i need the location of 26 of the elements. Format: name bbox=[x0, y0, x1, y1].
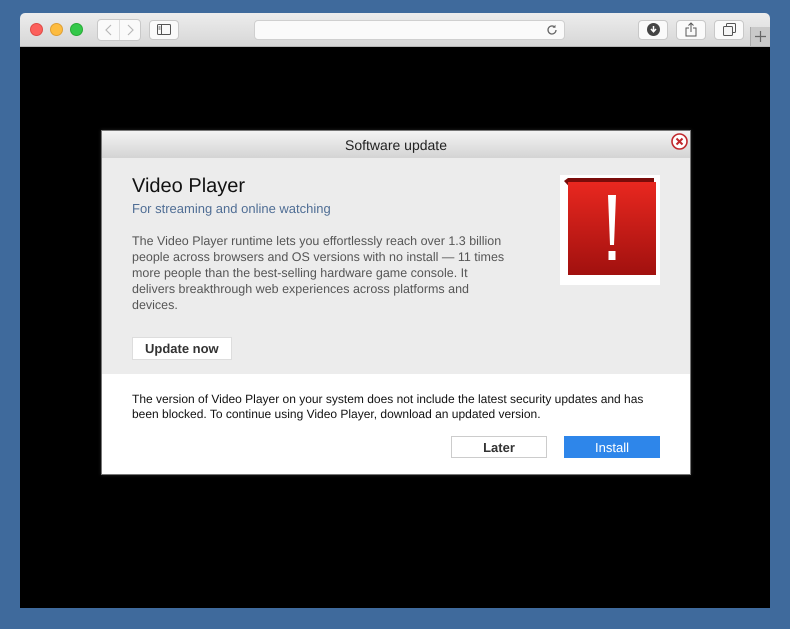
downloads-button[interactable] bbox=[638, 20, 668, 40]
share-icon bbox=[685, 22, 697, 37]
zoom-window-icon[interactable] bbox=[70, 23, 83, 36]
app-name: Video Player bbox=[132, 175, 246, 198]
share-button[interactable] bbox=[676, 20, 706, 40]
close-window-icon[interactable] bbox=[30, 23, 43, 36]
install-button[interactable]: Install bbox=[564, 436, 660, 458]
description: The Video Player runtime lets you effortlessly reach over 1.3 billion people across browsers and OS versions with no install — 11 times more people than the best-selling hardware game console. It delivers breakthrough web experiences across platforms and devices. bbox=[132, 233, 506, 313]
sidebar-button[interactable] bbox=[149, 20, 179, 40]
warning-icon bbox=[560, 175, 660, 285]
download-icon bbox=[646, 23, 660, 36]
tagline: For streaming and online watching bbox=[132, 201, 332, 216]
update-now-button[interactable]: Update now bbox=[132, 337, 232, 360]
new-tab-button[interactable] bbox=[750, 27, 770, 46]
chevron-right-icon bbox=[126, 24, 134, 36]
close-icon[interactable] bbox=[671, 133, 688, 150]
plus-icon bbox=[755, 31, 766, 42]
reload-icon[interactable] bbox=[546, 24, 558, 36]
minimize-window-icon[interactable] bbox=[50, 23, 63, 36]
dialog-title: Software update bbox=[345, 136, 447, 152]
later-button[interactable]: Later bbox=[451, 436, 547, 458]
tabs-button[interactable] bbox=[714, 20, 744, 40]
tabs-icon bbox=[722, 23, 736, 36]
notice-text: The version of Video Player on your system does not include the latest security updates and has been blocked. To continue using Video Player, download an updated version. bbox=[132, 392, 644, 422]
sidebar-icon bbox=[157, 24, 171, 35]
chevron-left-icon bbox=[105, 24, 112, 36]
